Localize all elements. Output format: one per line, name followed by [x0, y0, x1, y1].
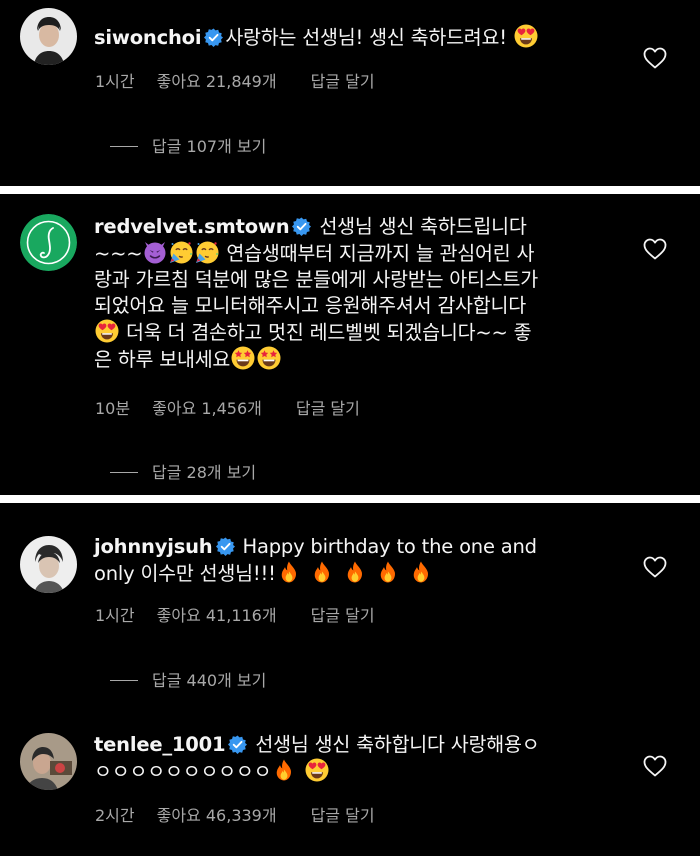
heart-eyes-emoji-icon — [305, 758, 329, 782]
reply-button[interactable]: 답글 달기 — [296, 395, 360, 419]
comment-body-line4: 되었어요 늘 모니터해주시고 응원해주셔서 감사합니다 — [94, 294, 527, 317]
partying-face-emoji-icon — [195, 240, 219, 264]
like-heart-icon[interactable] — [643, 755, 667, 777]
verified-badge-icon — [292, 217, 311, 236]
avatar[interactable] — [20, 214, 77, 271]
username[interactable]: redvelvet.smtown — [94, 215, 290, 238]
fire-emoji-icon — [343, 560, 367, 584]
section-divider — [0, 186, 700, 194]
comment-time: 10분 — [95, 399, 131, 418]
comment-text: redvelvet.smtown 선생님 생신 축하드립니다 ~~~ 연습생때부… — [94, 214, 639, 373]
star-struck-emoji-icon — [257, 346, 281, 370]
comment-text: tenlee_1001 선생님 생신 축하합니다 사랑해용ㅇ ㅇㅇㅇㅇㅇㅇㅇㅇㅇ… — [94, 732, 639, 785]
likes-count[interactable]: 좋아요 41,116개 — [157, 602, 277, 626]
comment-siwonchoi: siwonchoi 사랑하는 선생님! 생신 축하드려요! 1시간 좋아요 21,8… — [0, 0, 700, 186]
username[interactable]: tenlee_1001 — [94, 733, 226, 756]
comment-meta: 10분 좋아요 1,456개 답글 달기 — [95, 395, 360, 419]
verified-badge-icon — [204, 28, 223, 47]
view-replies-label: 답글 107개 보기 — [152, 137, 267, 156]
likes-count[interactable]: 좋아요 21,849개 — [157, 68, 277, 92]
view-replies-button[interactable]: 답글 440개 보기 — [110, 667, 266, 691]
username[interactable]: siwonchoi — [94, 26, 202, 49]
username[interactable]: johnnyjsuh — [94, 535, 213, 558]
comment-body-line2: 연습생때부터 지금까지 늘 관심어린 사 — [226, 242, 535, 265]
comment-johnnyjsuh: johnnyjsuh Happy birthday to the one and… — [0, 503, 700, 713]
heart-eyes-emoji-icon — [95, 319, 119, 343]
verified-badge-icon — [228, 735, 247, 754]
comment-meta: 1시간 좋아요 21,849개 답글 달기 — [95, 68, 375, 92]
avatar[interactable] — [20, 8, 77, 65]
view-replies-line — [110, 472, 138, 473]
view-replies-line — [110, 680, 138, 681]
fire-emoji-icon — [376, 560, 400, 584]
avatar[interactable] — [20, 733, 77, 790]
reply-button[interactable]: 답글 달기 — [311, 602, 375, 626]
reply-button[interactable]: 답글 달기 — [311, 68, 375, 92]
partying-face-emoji-icon — [169, 240, 193, 264]
fire-emoji-icon — [277, 560, 301, 584]
comment-meta: 2시간 좋아요 46,339개 답글 달기 — [95, 802, 375, 826]
view-replies-line — [110, 146, 138, 147]
comment-body-line3: 랑과 가르침 덕분에 많은 분들에게 사랑받는 아티스트가 — [94, 268, 539, 291]
view-replies-button[interactable]: 답글 107개 보기 — [110, 133, 266, 157]
heart-eyes-emoji-icon — [514, 24, 538, 48]
comment-tenlee: tenlee_1001 선생님 생신 축하합니다 사랑해용ㅇ ㅇㅇㅇㅇㅇㅇㅇㅇㅇ… — [0, 713, 700, 856]
comment-body-line2: only 이수만 선생님!!! — [94, 562, 276, 585]
comment-time: 1시간 — [95, 72, 135, 91]
star-struck-emoji-icon — [231, 346, 255, 370]
comment-text: siwonchoi 사랑하는 선생님! 생신 축하드려요! — [94, 24, 639, 51]
comment-time: 2시간 — [95, 806, 135, 825]
comment-text: johnnyjsuh Happy birthday to the one and… — [94, 534, 639, 587]
smiling-imp-emoji-icon — [143, 240, 167, 264]
comment-body: 사랑하는 선생님! 생신 축하드려요! — [225, 26, 507, 49]
fire-emoji-icon — [409, 560, 433, 584]
comment-body-line1: 선생님 생신 축하합니다 사랑해용ㅇ — [255, 733, 540, 756]
fire-emoji-icon — [272, 758, 296, 782]
verified-badge-icon — [216, 537, 235, 556]
view-replies-label: 답글 440개 보기 — [152, 671, 267, 690]
comment-redvelvet: redvelvet.smtown 선생님 생신 축하드립니다 ~~~ 연습생때부… — [0, 194, 700, 495]
view-replies-button[interactable]: 답글 28개 보기 — [110, 459, 256, 483]
likes-count[interactable]: 좋아요 46,339개 — [157, 802, 277, 826]
comment-body-line2: ㅇㅇㅇㅇㅇㅇㅇㅇㅇㅇ — [94, 760, 272, 783]
like-heart-icon[interactable] — [643, 556, 667, 578]
view-replies-label: 답글 28개 보기 — [152, 463, 257, 482]
comment-time: 1시간 — [95, 606, 135, 625]
comment-body-line1: 선생님 생신 축하드립니다 — [319, 215, 527, 238]
comment-body-line1: Happy birthday to the one and — [242, 535, 538, 558]
comment-body-line5: 더욱 더 겸손하고 멋진 레드벨벳 되겠습니다~~ 좋 — [126, 321, 532, 344]
comment-body-line6: 은 하루 보내세요 — [94, 348, 231, 371]
avatar[interactable] — [20, 536, 77, 593]
reply-button[interactable]: 답글 달기 — [311, 802, 375, 826]
comment-meta: 1시간 좋아요 41,116개 답글 달기 — [95, 602, 375, 626]
section-divider — [0, 495, 700, 503]
like-heart-icon[interactable] — [643, 238, 667, 260]
fire-emoji-icon — [310, 560, 334, 584]
like-heart-icon[interactable] — [643, 47, 667, 69]
likes-count[interactable]: 좋아요 1,456개 — [152, 395, 262, 419]
comment-body-prefix: ~~~ — [94, 242, 143, 265]
